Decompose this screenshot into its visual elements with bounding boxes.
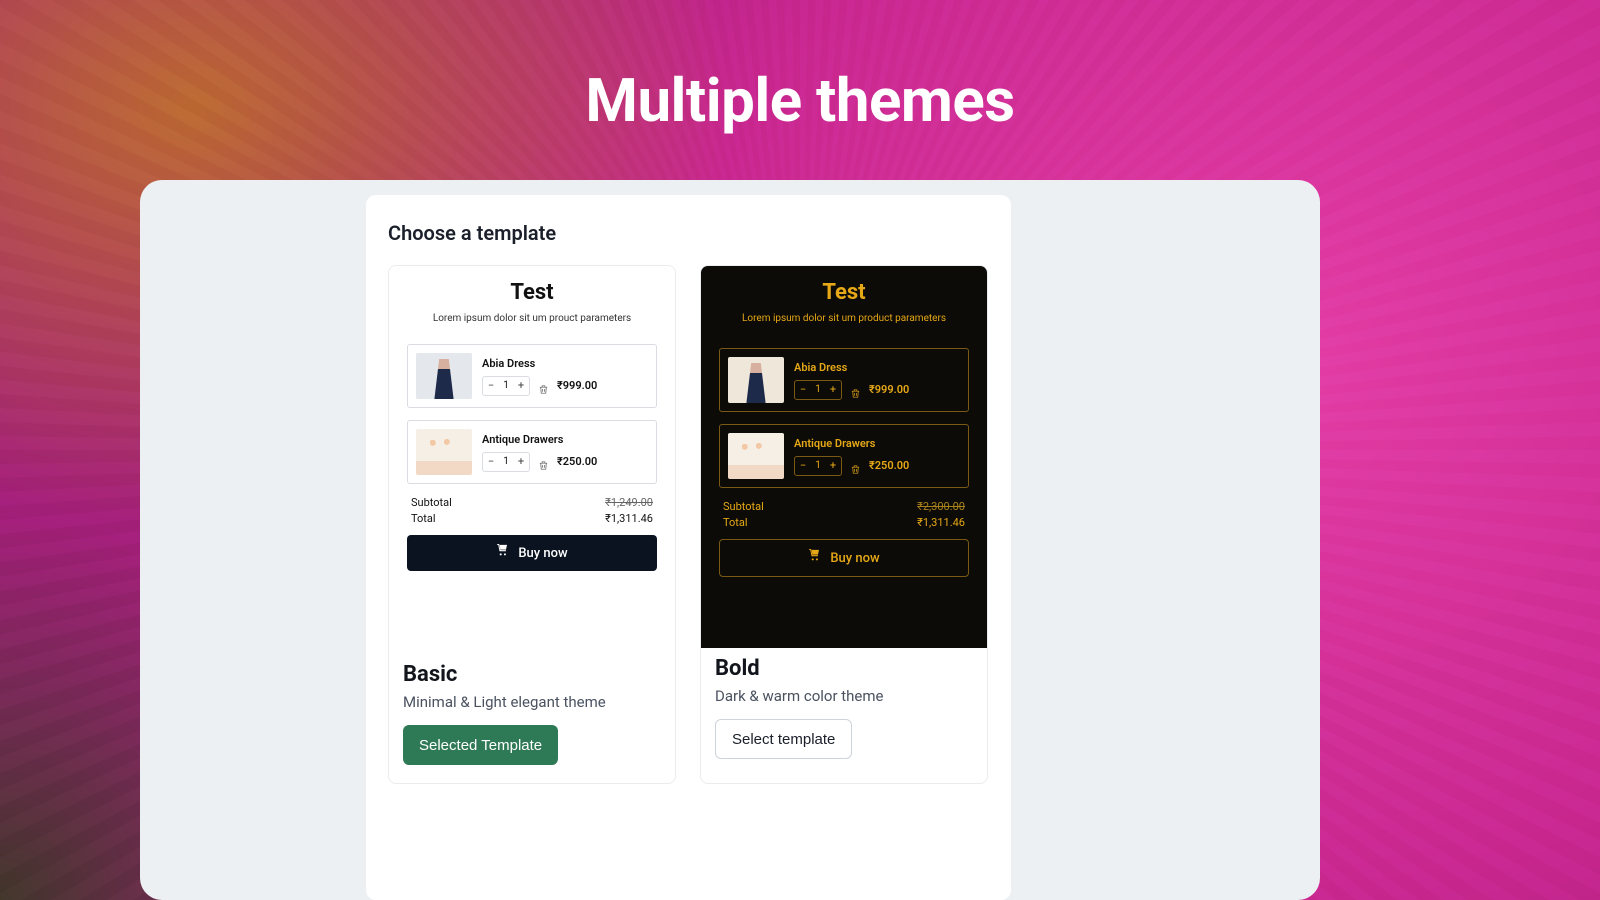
cart-icon: [496, 544, 510, 562]
buy-now-label: Buy now: [830, 551, 879, 566]
select-template-button[interactable]: Select template: [715, 719, 852, 759]
hero-title: Multiple themes: [0, 65, 1600, 136]
qty-decrement[interactable]: −: [483, 453, 499, 471]
cart-item: Abia Dress − 1 + ₹999.00: [719, 348, 969, 412]
product-price: ₹250.00: [557, 455, 597, 468]
preview-basic: Test Lorem ipsum dolor sit um prouct par…: [389, 266, 675, 648]
quantity-stepper[interactable]: − 1 +: [482, 376, 530, 396]
preview-title: Test: [389, 266, 675, 305]
total-value: ₹1,311.46: [605, 512, 653, 525]
selected-template-button[interactable]: Selected Template: [403, 725, 558, 765]
template-desc-bold: Dark & warm color theme: [715, 687, 973, 705]
trash-icon[interactable]: [850, 460, 861, 471]
qty-decrement[interactable]: −: [483, 377, 499, 395]
template-card-basic: Test Lorem ipsum dolor sit um prouct par…: [388, 265, 676, 784]
total-label: Total: [411, 512, 436, 525]
template-card-bold: Test Lorem ipsum dolor sit um product pa…: [700, 265, 988, 784]
product-price: ₹999.00: [557, 379, 597, 392]
product-thumbnail: [728, 433, 784, 479]
preview-title: Test: [701, 266, 987, 305]
cart-icon: [808, 549, 822, 567]
product-thumbnail: [416, 353, 472, 399]
trash-icon[interactable]: [538, 456, 549, 467]
product-price: ₹999.00: [869, 383, 909, 396]
qty-increment[interactable]: +: [825, 457, 841, 475]
qty-increment[interactable]: +: [513, 377, 529, 395]
subtotal-value: ₹2,300.00: [917, 500, 965, 513]
subtotal-label: Subtotal: [411, 496, 452, 509]
preview-subtitle: Lorem ipsum dolor sit um product paramet…: [701, 313, 987, 324]
product-name: Antique Drawers: [794, 437, 960, 450]
cart-item: Antique Drawers − 1 + ₹250.00: [407, 420, 657, 484]
qty-decrement[interactable]: −: [795, 381, 811, 399]
preview-subtitle: Lorem ipsum dolor sit um prouct paramete…: [389, 313, 675, 324]
outer-panel: Choose a template Test Lorem ipsum dolor…: [140, 180, 1320, 900]
buy-now-label: Buy now: [518, 546, 567, 561]
trash-icon[interactable]: [850, 384, 861, 395]
quantity-stepper[interactable]: − 1 +: [794, 456, 842, 476]
buy-now-button[interactable]: Buy now: [719, 539, 969, 577]
product-name: Abia Dress: [482, 357, 648, 370]
qty-increment[interactable]: +: [825, 381, 841, 399]
qty-increment[interactable]: +: [513, 453, 529, 471]
quantity-stepper[interactable]: − 1 +: [482, 452, 530, 472]
quantity-stepper[interactable]: − 1 +: [794, 380, 842, 400]
product-price: ₹250.00: [869, 459, 909, 472]
trash-icon[interactable]: [538, 380, 549, 391]
product-thumbnail: [416, 429, 472, 475]
template-desc-basic: Minimal & Light elegant theme: [403, 693, 661, 711]
preview-bold: Test Lorem ipsum dolor sit um product pa…: [701, 266, 987, 648]
qty-value: 1: [499, 380, 513, 391]
cart-item: Antique Drawers − 1 + ₹250.00: [719, 424, 969, 488]
template-title-basic: Basic: [403, 662, 661, 687]
product-name: Antique Drawers: [482, 433, 648, 446]
total-label: Total: [723, 516, 748, 529]
product-thumbnail: [728, 357, 784, 403]
qty-value: 1: [499, 456, 513, 467]
template-title-bold: Bold: [715, 656, 973, 681]
subtotal-value: ₹1,249.00: [605, 496, 653, 509]
cart-item: Abia Dress − 1 + ₹999.00: [407, 344, 657, 408]
subtotal-label: Subtotal: [723, 500, 764, 513]
qty-value: 1: [811, 384, 825, 395]
buy-now-button[interactable]: Buy now: [407, 535, 657, 571]
template-chooser-card: Choose a template Test Lorem ipsum dolor…: [366, 195, 1011, 900]
choose-template-heading: Choose a template: [388, 221, 989, 245]
qty-value: 1: [811, 460, 825, 471]
product-name: Abia Dress: [794, 361, 960, 374]
qty-decrement[interactable]: −: [795, 457, 811, 475]
total-value: ₹1,311.46: [917, 516, 965, 529]
